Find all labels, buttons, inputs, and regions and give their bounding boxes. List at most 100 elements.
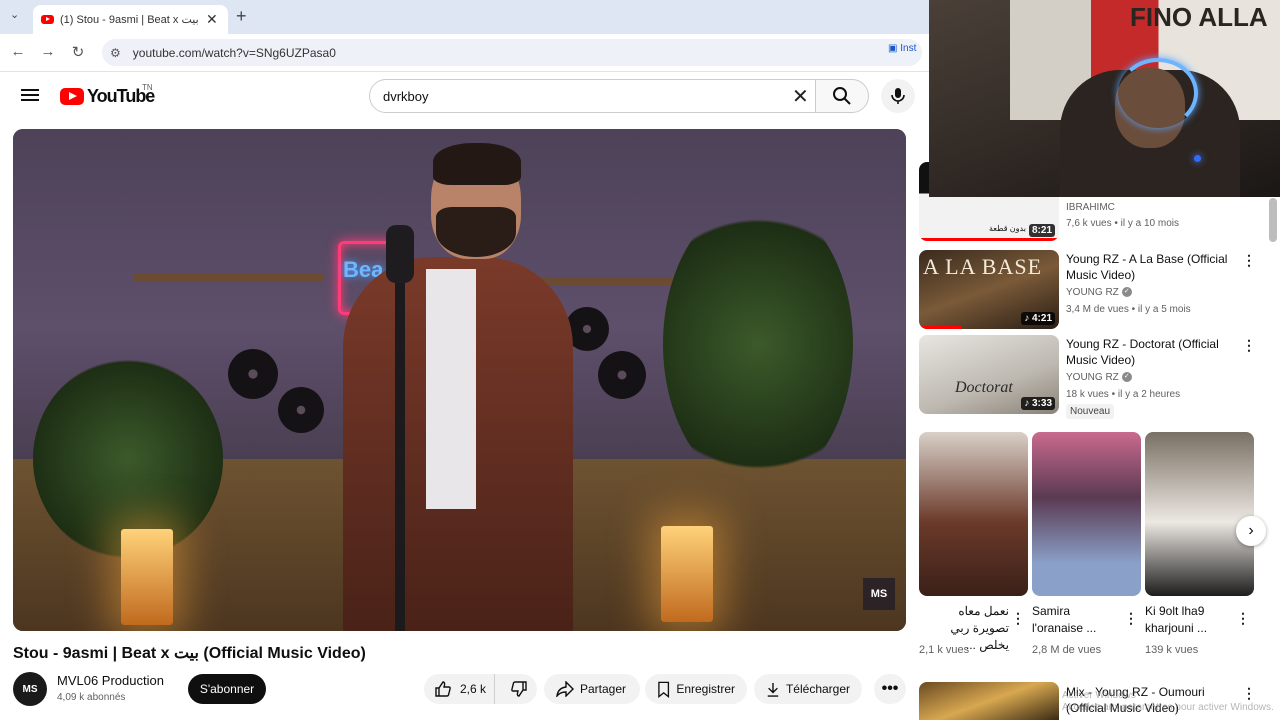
video-duration: ♪ 4:21 — [1021, 312, 1055, 325]
browser-tab-strip: ⌄ (1) Stou - 9asmi | Beat x بيت (O ✕ + — [0, 0, 930, 34]
short-menu-icon[interactable]: ⋮ — [1124, 610, 1138, 627]
watch-progress-bar — [919, 326, 961, 329]
thumbnail-text: A LA BASE — [923, 254, 1043, 279]
recommendation-channel[interactable]: YOUNG RZ ✓ — [1066, 287, 1132, 298]
short-menu-icon[interactable]: ⋮ — [1011, 610, 1025, 627]
save-label: Enregistrer — [676, 682, 735, 696]
recommendation-channel[interactable]: IBRAHIMC — [1066, 202, 1115, 213]
save-button[interactable]: Enregistrer — [645, 674, 747, 704]
search-button[interactable] — [815, 79, 869, 113]
webcam-led — [1194, 155, 1201, 162]
video-duration: ♪ 3:33 — [1021, 397, 1055, 410]
sidebar-scrollbar[interactable] — [1269, 198, 1277, 242]
more-actions-button[interactable]: ••• — [874, 674, 906, 704]
back-arrow-icon[interactable]: ← — [8, 43, 28, 60]
install-label: Inst — [900, 43, 917, 54]
subscribe-button[interactable]: S'abonner — [188, 674, 266, 704]
search-query-text: dvrkboy — [383, 88, 429, 104]
recommendation-title[interactable]: Young RZ - Doctorat (Official Music Vide… — [1066, 336, 1231, 368]
video-frame-mic-stand — [395, 229, 405, 631]
recommendation-menu-icon[interactable]: ⋮ — [1242, 337, 1256, 354]
video-frame-lamp — [661, 526, 713, 622]
install-app-button[interactable]: ▣ Inst — [888, 43, 916, 54]
reload-icon[interactable]: ↻ — [68, 43, 88, 61]
bookmark-icon — [658, 681, 670, 698]
tab-search-chevron-icon[interactable]: ⌄ — [10, 8, 19, 21]
recommendation-meta: 3,4 M de vues • il y a 5 mois — [1066, 304, 1191, 315]
video-player[interactable]: Bea MS — [13, 129, 906, 631]
video-frame-vinyl — [278, 387, 324, 433]
short-views: 2,8 M de vues — [1032, 644, 1102, 656]
search-input[interactable]: dvrkboy — [369, 79, 816, 113]
recommendation-thumbnail[interactable]: A LA BASE ♪ 4:21 — [919, 250, 1059, 329]
site-info-icon[interactable]: ⚙ — [110, 46, 121, 60]
video-frame-lamp — [121, 529, 173, 625]
recommendation-menu-icon[interactable]: ⋮ — [1242, 252, 1256, 269]
thumbnail-text: بدون قطعة — [989, 224, 1026, 233]
guide-menu-icon[interactable] — [20, 86, 40, 106]
video-duration: 8:21 — [1028, 224, 1055, 237]
video-frame-microphone — [386, 225, 414, 283]
video-duration-value: 3:33 — [1031, 398, 1052, 409]
share-label: Partager — [580, 682, 627, 696]
video-frame-plant — [663, 199, 853, 489]
verified-badge-icon: ✓ — [1121, 372, 1132, 383]
thumbs-up-icon — [435, 681, 451, 697]
recommendation-meta: 18 k vues • il y a 2 heures — [1066, 389, 1181, 400]
short-thumbnail[interactable] — [1145, 432, 1254, 596]
address-bar[interactable]: ⚙ youtube.com/watch?v=SNg6UZPasa0 — [102, 39, 922, 66]
video-frame-singer-shirt — [426, 269, 476, 509]
video-frame-shelf — [133, 274, 323, 282]
webcam-backdrop-text: FINO ALLA — [1130, 2, 1268, 32]
subscriber-count: 4,09 k abonnés — [57, 692, 126, 703]
like-dislike-group: 2,6 k — [424, 674, 537, 704]
chevron-right-icon[interactable]: › — [1236, 516, 1266, 546]
share-button[interactable]: Partager — [544, 674, 640, 704]
channel-label: YOUNG RZ — [1066, 372, 1119, 383]
channel-avatar[interactable]: MS — [13, 672, 47, 706]
like-button[interactable]: 2,6 k — [424, 674, 496, 704]
dislike-button[interactable] — [501, 674, 537, 704]
short-menu-icon[interactable]: ⋮ — [1236, 610, 1250, 627]
headset-icon — [1118, 58, 1198, 128]
like-count: 2,6 k — [460, 682, 487, 696]
short-views: 2,1 k vues — [919, 644, 970, 656]
tab-title: (1) Stou - 9asmi | Beat x بيت (O — [60, 14, 200, 26]
recommendation-channel[interactable]: YOUNG RZ ✓ — [1066, 372, 1132, 383]
channel-watermark[interactable]: MS — [863, 578, 895, 610]
youtube-favicon-icon — [41, 15, 54, 24]
short-title[interactable]: Samira l'oranaise ... — [1032, 603, 1122, 637]
clear-search-icon[interactable]: ✕ — [792, 84, 809, 109]
download-button[interactable]: Télécharger — [754, 674, 862, 704]
channel-label: YOUNG RZ — [1066, 287, 1119, 298]
windows-activation-watermark: Activer Windows Accédez aux paramètres p… — [1062, 690, 1274, 713]
tab-close-icon[interactable]: ✕ — [206, 11, 218, 28]
recommendation-thumbnail[interactable]: Doctorat ♪ 3:33 — [919, 335, 1059, 414]
recommendation-title[interactable]: Young RZ - A La Base (Official Music Vid… — [1066, 251, 1231, 283]
microphone-icon — [891, 88, 905, 104]
video-frame-singer-hair — [433, 143, 521, 185]
youtube-logo[interactable]: YouTube — [60, 86, 155, 107]
video-frame-singer-beard — [436, 207, 516, 257]
channel-name[interactable]: MVL06 Production — [57, 673, 164, 688]
search-icon — [833, 87, 851, 105]
new-tab-icon[interactable]: + — [236, 6, 247, 27]
short-title[interactable]: Ki 9olt lha9 kharjouni ... — [1145, 603, 1235, 637]
recommendation-thumbnail[interactable] — [919, 682, 1059, 720]
watch-progress-bar — [919, 238, 1059, 241]
url-text: youtube.com/watch?v=SNg6UZPasa0 — [132, 45, 336, 60]
download-icon — [767, 682, 779, 697]
short-thumbnail[interactable] — [1032, 432, 1141, 596]
download-label: Télécharger — [785, 682, 850, 696]
video-duration-value: 4:21 — [1031, 313, 1052, 324]
youtube-play-icon — [60, 88, 84, 105]
video-frame-vinyl — [228, 349, 278, 399]
forward-arrow-icon[interactable]: → — [38, 43, 58, 60]
short-thumbnail[interactable] — [919, 432, 1028, 596]
thumbs-down-icon — [511, 681, 527, 697]
voice-search-button[interactable] — [881, 79, 915, 113]
region-code: TN — [142, 83, 153, 92]
browser-tab-active[interactable]: (1) Stou - 9asmi | Beat x بيت (O ✕ — [33, 5, 228, 34]
video-title: Stou - 9asmi | Beat x بيت (Official Musi… — [13, 645, 366, 662]
short-views: 139 k vues — [1145, 644, 1199, 656]
